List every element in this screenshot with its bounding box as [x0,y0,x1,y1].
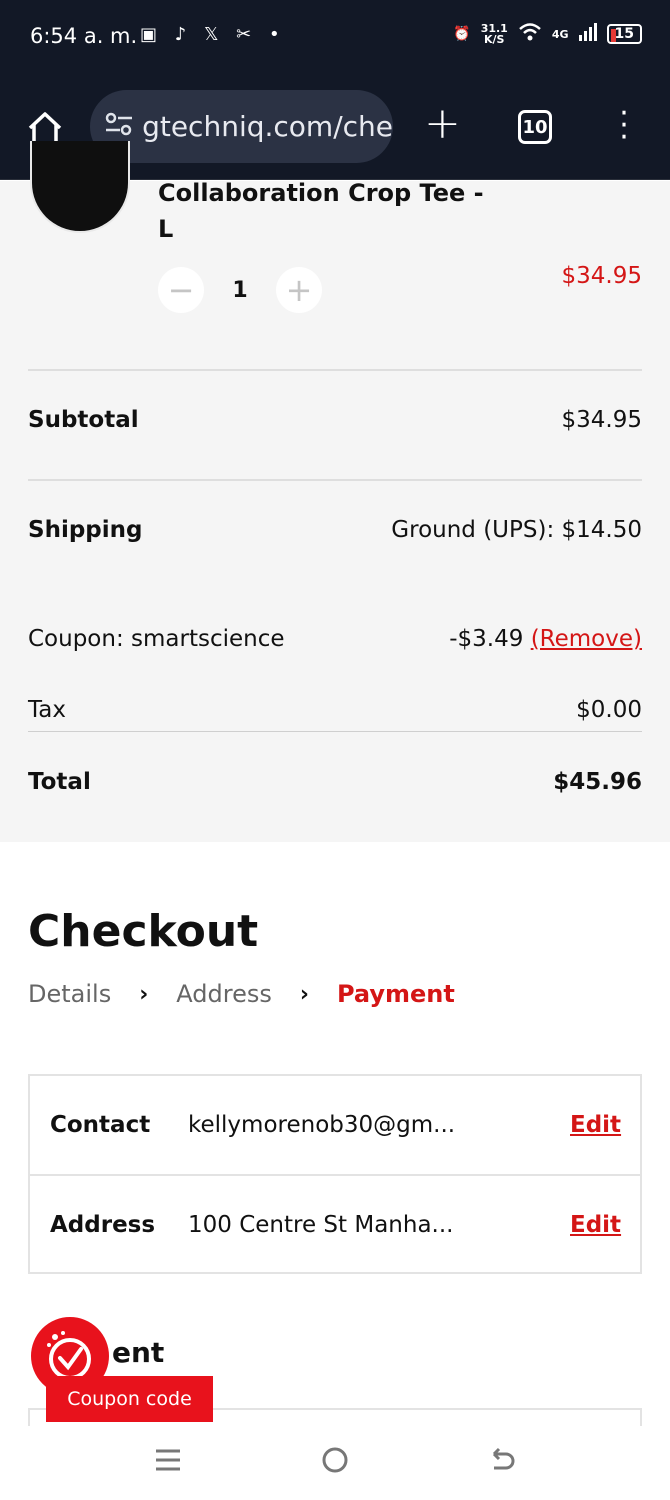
back-icon[interactable] [488,1446,516,1482]
status-right: ⏰ 31.1 K/S 4G 15 [453,22,642,46]
quantity-stepper: − 1 + [158,267,322,313]
address-label: Address [50,1212,156,1238]
chevron-right-icon: › [139,981,149,1007]
site-settings-icon[interactable] [104,112,142,141]
increase-quantity-button[interactable]: + [276,267,322,313]
home-nav-icon[interactable] [321,1446,349,1482]
tab-switcher-button[interactable]: 10 [518,110,552,144]
product-price: $34.95 [561,263,642,289]
battery-indicator: 15 [606,24,642,44]
step-address[interactable]: Address [176,980,272,1008]
network-label: 4G [551,27,569,41]
decrease-quantity-button[interactable]: − [158,267,204,313]
tax-row: Tax $0.00 [28,697,642,723]
product-title[interactable]: Collaboration Crop Tee - L [158,175,498,247]
recent-apps-icon[interactable] [154,1446,182,1482]
edit-address-link[interactable]: Edit [570,1212,640,1238]
remove-coupon-link[interactable]: (Remove) [531,626,642,652]
signal-icon [578,23,597,45]
order-summary: Collaboration Crop Tee - L − 1 + $34.95 … [0,141,670,842]
contact-value: kellymorenob30@gm... [188,1112,456,1138]
status-time: 6:54 a. m. [30,24,138,48]
breadcrumb: Details › Address › Payment [28,980,455,1008]
more-menu-icon[interactable]: · · · [614,99,634,153]
subtotal-row: Subtotal $34.95 [28,407,642,433]
shipping-value: Ground (UPS): $14.50 [391,517,642,543]
divider [28,731,642,732]
tax-value: $0.00 [576,697,642,723]
total-label: Total [28,769,91,795]
shipping-row: Shipping Ground (UPS): $14.50 [28,517,642,543]
speed-unit: K/S [484,33,505,46]
total-value: $45.96 [553,769,642,795]
subtotal-label: Subtotal [28,407,139,433]
coupon-label: Coupon: smartscience [28,626,285,652]
page-title: Checkout [28,906,259,957]
alarm-icon: ⏰ [453,26,471,42]
coupon-value: -$3.49 [449,626,524,652]
notification-icons: ▣ ♪ 𝕏 ✂ • [140,24,286,45]
contact-label: Contact [50,1112,151,1138]
edit-contact-link[interactable]: Edit [570,1112,640,1138]
coupon-code-button[interactable]: Coupon code [46,1376,213,1422]
status-bar: 6:54 a. m. ▣ ♪ 𝕏 ✂ • ⏰ 31.1 K/S 4G 15 [0,0,670,80]
divider [28,479,642,481]
contact-row: Contact kellymorenob30@gm... Edit [30,1076,640,1174]
step-payment: Payment [336,980,455,1008]
subtotal-value: $34.95 [561,407,642,433]
chevron-right-icon: › [299,981,309,1007]
shipping-label: Shipping [28,517,143,543]
address-row: Address 100 Centre St Manha... Edit [30,1176,640,1274]
wifi-icon [518,22,542,46]
address-bar[interactable]: gtechniq.com/che [90,90,393,163]
url-text[interactable]: gtechniq.com/che [142,110,393,143]
address-value: 100 Centre St Manha... [188,1212,454,1238]
quantity-value: 1 [232,277,248,303]
product-thumbnail [30,141,130,233]
system-nav-bar [0,1426,670,1500]
network-speed: 31.1 K/S [481,23,508,45]
review-box: Contact kellymorenob30@gm... Edit Addres… [28,1074,642,1274]
total-row: Total $45.96 [28,769,642,795]
step-details[interactable]: Details [28,980,111,1008]
coupon-row: Coupon: smartscience -$3.49 (Remove) [28,626,642,652]
coupon-amount-wrap: -$3.49 (Remove) [449,626,642,652]
new-tab-button[interactable]: + [424,102,461,146]
tax-label: Tax [28,697,66,723]
payment-heading-text: ent [112,1336,165,1369]
divider [28,369,642,371]
